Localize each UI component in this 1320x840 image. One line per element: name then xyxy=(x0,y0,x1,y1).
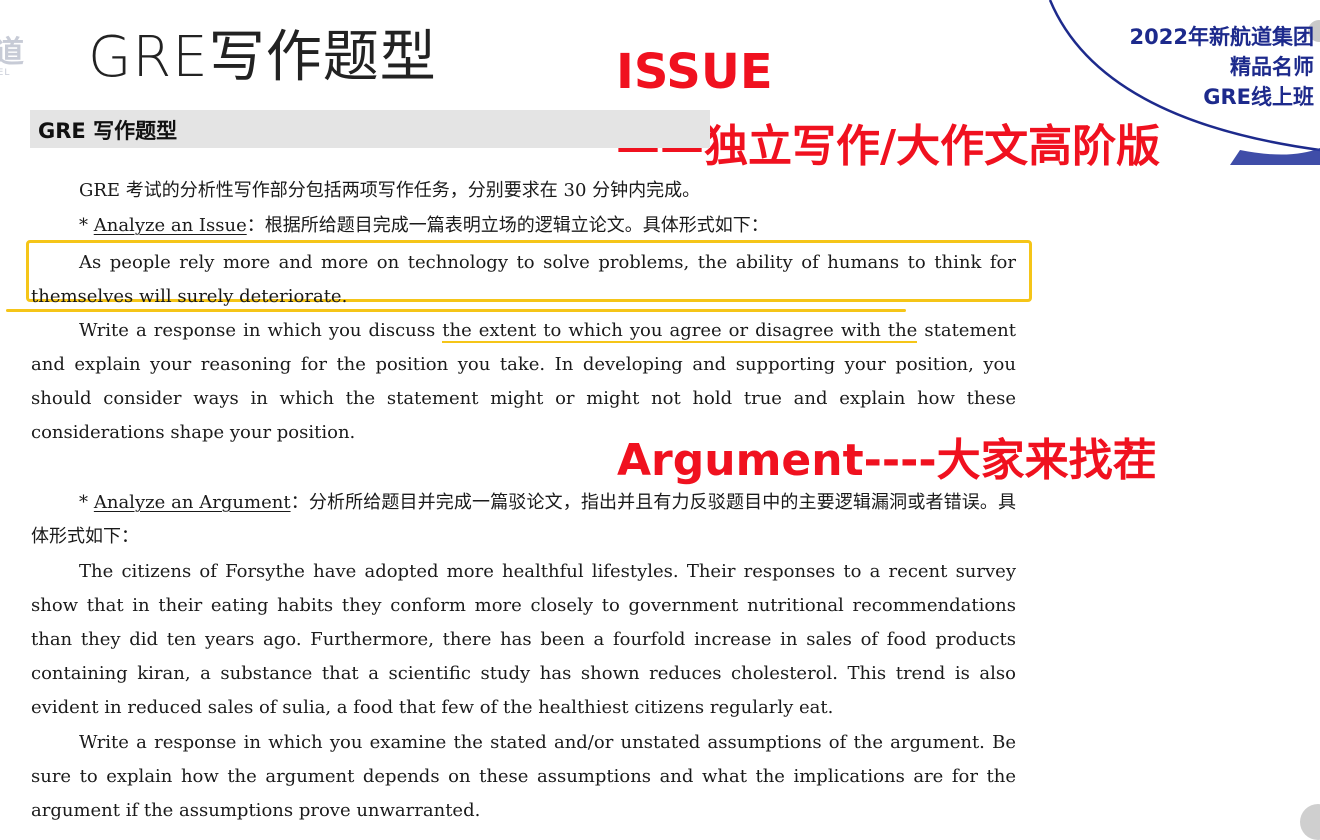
issue-prompt-underline xyxy=(6,309,906,312)
banner-line-teacher: 精品名师 xyxy=(1230,55,1314,79)
course-banner: 2022年新航道集团 精品名师 GRE线上班 xyxy=(1070,22,1320,112)
argument-marker: * xyxy=(79,492,94,513)
issue-instr-highlight: the extent to which you agree or disagre… xyxy=(442,320,918,343)
argument-instructions-paragraph: Write a response in which you examine th… xyxy=(31,726,1016,828)
banner-line-org: 2022年新航道集团 xyxy=(1129,25,1314,49)
argument-prompt-text: The citizens of Forsythe have adopted mo… xyxy=(31,561,1016,718)
issue-prompt-text: As people rely more and more on technolo… xyxy=(31,252,1016,307)
intro-paragraph: GRE 考试的分析性写作部分包括两项写作任务，分别要求在 30 分钟内完成。 xyxy=(31,174,1016,208)
brand-logo-mark: 道 xyxy=(0,35,24,70)
issue-label: ISSUE xyxy=(616,44,773,100)
argument-label: Argument----大家来找茬 xyxy=(617,435,1157,486)
corner-dot-icon xyxy=(1300,804,1320,840)
argument-prompt-paragraph: The citizens of Forsythe have adopted mo… xyxy=(31,555,1016,725)
argument-task-name: Analyze an Argument xyxy=(93,492,291,513)
issue-instr-start: Write a response in which you discuss xyxy=(79,320,443,341)
issue-marker: * xyxy=(79,215,94,236)
issue-prompt-paragraph: As people rely more and more on technolo… xyxy=(31,246,1016,314)
brand-logo: 道 IEL xyxy=(0,38,30,88)
issue-task-desc: ：根据所给题目完成一篇表明立场的逻辑立论文。具体形式如下： xyxy=(246,215,769,236)
banner-line-class: GRE线上班 xyxy=(1203,85,1314,109)
issue-task-paragraph: * Analyze an Issue：根据所给题目完成一篇表明立场的逻辑立论文。… xyxy=(31,209,1016,243)
argument-instructions-text: Write a response in which you examine th… xyxy=(31,732,1016,821)
intro-text: GRE 考试的分析性写作部分包括两项写作任务，分别要求在 30 分钟内完成。 xyxy=(79,180,701,201)
argument-task-paragraph: * Analyze an Argument：分析所给题目并完成一篇驳论文，指出并… xyxy=(31,486,1016,554)
section-heading: GRE 写作题型 xyxy=(38,119,178,143)
issue-task-name: Analyze an Issue xyxy=(93,215,247,236)
page-title: GRE写作题型 xyxy=(88,25,437,90)
